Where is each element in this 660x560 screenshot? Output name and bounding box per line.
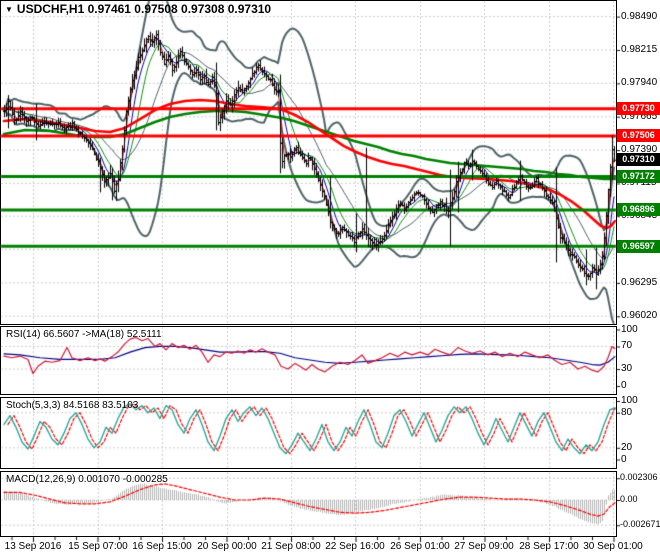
stoch-axis-label: 80 bbox=[621, 406, 633, 418]
macd-axis-label: -0.002671 bbox=[620, 519, 660, 530]
time-axis-label: 21 Sep 08:00 bbox=[261, 541, 321, 552]
time-axis-label: 30 Sep 01:00 bbox=[583, 541, 643, 552]
rsi-axis-label: 100 bbox=[621, 323, 638, 335]
macd-axis-label: 0.00 bbox=[620, 494, 638, 504]
stoch-label: Stoch(5,3,3) 84.5168 83.5103 bbox=[6, 400, 139, 411]
chart-title: ▼ USDCHF,H1 0.97461 0.97508 0.97308 0.973… bbox=[5, 2, 271, 16]
rsi-label: RSI(14) 66.5607 ->MA(18) 52.5111 bbox=[6, 329, 162, 340]
chevron-down-icon[interactable]: ▼ bbox=[5, 5, 13, 14]
time-axis-label: 15 Sep 07:00 bbox=[68, 541, 128, 552]
price-badge: 0.97172 bbox=[617, 170, 660, 183]
price-badge: 0.97730 bbox=[617, 102, 660, 116]
price-badge: 0.97506 bbox=[617, 129, 660, 143]
time-axis-label: 13 Sep 2016 bbox=[4, 541, 62, 552]
price-badge: 0.96597 bbox=[617, 239, 660, 253]
price-axis-label: 0.98490 bbox=[621, 10, 658, 22]
price-badge: 0.96896 bbox=[617, 203, 660, 217]
time-axis-label: 16 Sep 15:00 bbox=[132, 541, 192, 552]
time-axis-label: 22 Sep 16:00 bbox=[325, 541, 385, 552]
price-axis-label: 0.96295 bbox=[621, 276, 658, 288]
stoch-axis-label: 100 bbox=[621, 395, 638, 406]
price-axis-label: 0.97940 bbox=[621, 77, 658, 89]
rsi-axis-label: 0 bbox=[621, 380, 627, 391]
time-axis-label: 28 Sep 17:00 bbox=[519, 541, 579, 552]
rsi-axis-label: 70 bbox=[621, 340, 633, 352]
price-badge: 0.97310 bbox=[617, 153, 660, 167]
price-axis-label: 0.98215 bbox=[621, 43, 658, 55]
price-axis-label: 0.96020 bbox=[621, 310, 658, 322]
stoch-axis-label: 20 bbox=[621, 441, 633, 453]
chart-window: ▼ USDCHF,H1 0.97461 0.97508 0.97308 0.973… bbox=[0, 0, 660, 560]
main-chart-panel[interactable] bbox=[0, 0, 617, 325]
rsi-axis-label: 30 bbox=[621, 363, 633, 375]
macd-axis-label: 0.002306 bbox=[620, 472, 658, 483]
chart-title-text: USDCHF,H1 0.97461 0.97508 0.97308 0.9731… bbox=[16, 2, 272, 16]
stoch-axis-label: 0 bbox=[621, 453, 627, 465]
time-axis-label: 27 Sep 09:00 bbox=[454, 541, 514, 552]
time-axis-label: 26 Sep 01:00 bbox=[390, 541, 450, 552]
time-axis-label: 20 Sep 00:00 bbox=[197, 541, 257, 552]
macd-label: MACD(12,26,9) 0.001070 -0.000285 bbox=[6, 474, 168, 485]
